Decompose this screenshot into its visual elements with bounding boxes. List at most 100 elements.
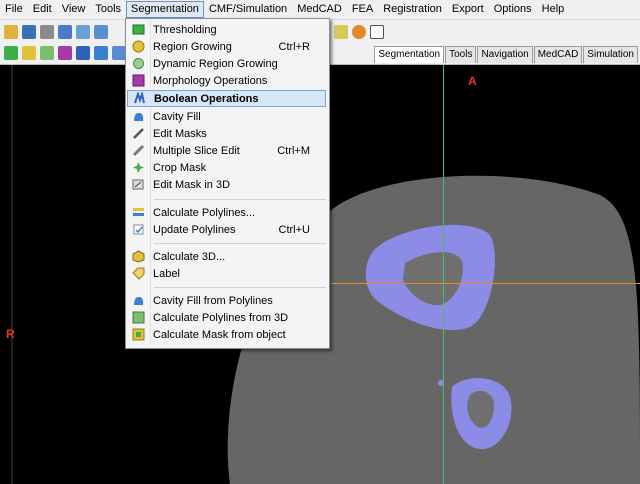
menu-item-label: Edit Masks — [153, 127, 207, 140]
window-icon[interactable] — [370, 25, 384, 39]
menu-item-label: Morphology Operations — [153, 74, 268, 87]
toolbar-row-1-right — [332, 21, 386, 43]
menu-item-multiple-slice-edit[interactable]: Multiple Slice Edit Ctrl+M — [127, 142, 326, 159]
multiple-slice-edit-icon — [131, 144, 145, 158]
menu-item-calculate-polylines-from-3d[interactable]: Calculate Polylines from 3D — [127, 309, 326, 326]
cavity-fill-tool-icon[interactable] — [94, 46, 108, 60]
menu-item-label-tool[interactable]: Label — [127, 265, 326, 282]
menu-item-calculate-3d[interactable]: Calculate 3D... — [127, 248, 326, 265]
menu-file[interactable]: File — [0, 1, 28, 18]
open-icon[interactable] — [4, 25, 18, 39]
crosshair-horizontal — [330, 283, 640, 284]
tab-medcad[interactable]: MedCAD — [533, 46, 583, 63]
crosshair-vertical — [443, 65, 444, 484]
menu-item-shortcut: Ctrl+M — [277, 144, 310, 157]
menu-tools[interactable]: Tools — [90, 1, 126, 18]
menu-item-morphology-operations[interactable]: Morphology Operations — [127, 72, 326, 89]
edit-masks-tool-icon[interactable] — [112, 46, 126, 60]
menu-help[interactable]: Help — [537, 1, 570, 18]
tab-simulation[interactable]: Simulation — [583, 46, 638, 63]
layout-icon[interactable] — [76, 25, 90, 39]
menu-segmentation[interactable]: Segmentation — [126, 1, 204, 18]
edit-masks-icon — [131, 127, 145, 141]
view-icon[interactable] — [94, 25, 108, 39]
menu-separator — [154, 243, 326, 244]
tab-strip: Segmentation Tools Navigation MedCAD Sim… — [373, 46, 638, 63]
menu-export[interactable]: Export — [447, 1, 489, 18]
threshold-tool-icon[interactable] — [4, 46, 18, 60]
threshold-icon — [131, 23, 145, 37]
morphology-tool-icon[interactable] — [58, 46, 72, 60]
menu-view[interactable]: View — [57, 1, 91, 18]
menu-edit[interactable]: Edit — [28, 1, 57, 18]
menu-item-update-polylines[interactable]: Update Polylines Ctrl+U — [127, 221, 326, 238]
menu-bar: File Edit View Tools Segmentation CMF/Si… — [0, 0, 640, 20]
calculate-polylines-icon — [131, 206, 145, 220]
crop-mask-icon — [131, 161, 145, 175]
calculate-3d-icon — [131, 250, 145, 264]
toolbar-row-1 — [2, 21, 110, 43]
menu-options[interactable]: Options — [489, 1, 537, 18]
menu-item-label: Calculate Mask from object — [153, 328, 286, 341]
menu-item-label: Dynamic Region Growing — [153, 57, 278, 70]
dynamic-region-growing-icon — [131, 57, 145, 71]
dynamic-region-tool-icon[interactable] — [40, 46, 54, 60]
region-growing-icon — [131, 40, 145, 54]
render-icon[interactable] — [352, 25, 366, 39]
boolean-tool-icon[interactable] — [76, 46, 90, 60]
menu-item-edit-masks[interactable]: Edit Masks — [127, 125, 326, 142]
toolbar-row-2 — [2, 42, 128, 64]
boolean-icon — [132, 92, 146, 106]
menu-item-label: Thresholding — [153, 23, 217, 36]
menu-item-label: Region Growing — [153, 40, 232, 53]
menu-item-crop-mask[interactable]: Crop Mask — [127, 159, 326, 176]
mask-from-object-icon — [131, 328, 145, 342]
menu-item-label: Calculate Polylines... — [153, 206, 256, 219]
menu-registration[interactable]: Registration — [378, 1, 447, 18]
menu-item-label: Label — [153, 267, 180, 280]
menu-cmf-simulation[interactable]: CMF/Simulation — [204, 1, 292, 18]
menu-medcad[interactable]: MedCAD — [292, 1, 347, 18]
menu-fea[interactable]: FEA — [347, 1, 378, 18]
menu-item-dynamic-region-growing[interactable]: Dynamic Region Growing — [127, 55, 326, 72]
label-icon — [131, 267, 145, 281]
menu-item-label: Cavity Fill — [153, 110, 201, 123]
menu-item-label: Update Polylines — [153, 223, 236, 236]
menu-item-cavity-fill[interactable]: Cavity Fill — [127, 108, 326, 125]
menu-item-shortcut: Ctrl+R — [278, 40, 310, 53]
menu-item-calculate-polylines[interactable]: Calculate Polylines... — [127, 204, 326, 221]
region-growing-tool-icon[interactable] — [22, 46, 36, 60]
menu-separator — [154, 287, 326, 288]
menu-item-region-growing[interactable]: Region Growing Ctrl+R — [127, 38, 326, 55]
menu-item-calculate-mask-from-object[interactable]: Calculate Mask from object — [127, 326, 326, 343]
menu-item-boolean-operations[interactable]: Boolean Operations — [127, 90, 326, 107]
light-icon[interactable] — [334, 25, 348, 39]
tab-navigation[interactable]: Navigation — [477, 46, 533, 63]
save-icon[interactable] — [22, 25, 36, 39]
menu-item-edit-mask-in-3d[interactable]: Edit Mask in 3D — [127, 176, 326, 193]
menu-item-label: Edit Mask in 3D — [153, 178, 231, 191]
update-polylines-icon — [131, 223, 145, 237]
segmentation-menu: Thresholding Region Growing Ctrl+R Dynam… — [125, 18, 330, 349]
menu-item-cavity-fill-from-polylines[interactable]: Cavity Fill from Polylines — [127, 292, 326, 309]
menu-item-shortcut: Ctrl+U — [278, 223, 310, 236]
menu-item-label: Boolean Operations — [154, 92, 259, 105]
menu-item-label: Cavity Fill from Polylines — [153, 294, 273, 307]
menu-item-label: Crop Mask — [153, 161, 207, 174]
tab-tools[interactable]: Tools — [445, 46, 477, 63]
right-marker: R — [6, 327, 15, 341]
polylines-from-3d-icon — [131, 311, 145, 325]
menu-item-label: Calculate Polylines from 3D — [153, 311, 289, 324]
anterior-marker: A — [468, 74, 477, 88]
menu-item-label: Multiple Slice Edit — [153, 144, 240, 157]
grid-icon[interactable] — [58, 25, 72, 39]
morphology-icon — [131, 74, 145, 88]
edit-mask-3d-icon — [131, 178, 145, 192]
menu-separator — [154, 199, 326, 200]
print-icon[interactable] — [40, 25, 54, 39]
cavity-fill-icon — [131, 110, 145, 124]
menu-item-label: Calculate 3D... — [153, 250, 226, 263]
cavity-fill-polylines-icon — [131, 294, 145, 308]
tab-segmentation[interactable]: Segmentation — [374, 46, 445, 63]
menu-item-thresholding[interactable]: Thresholding — [127, 21, 326, 38]
